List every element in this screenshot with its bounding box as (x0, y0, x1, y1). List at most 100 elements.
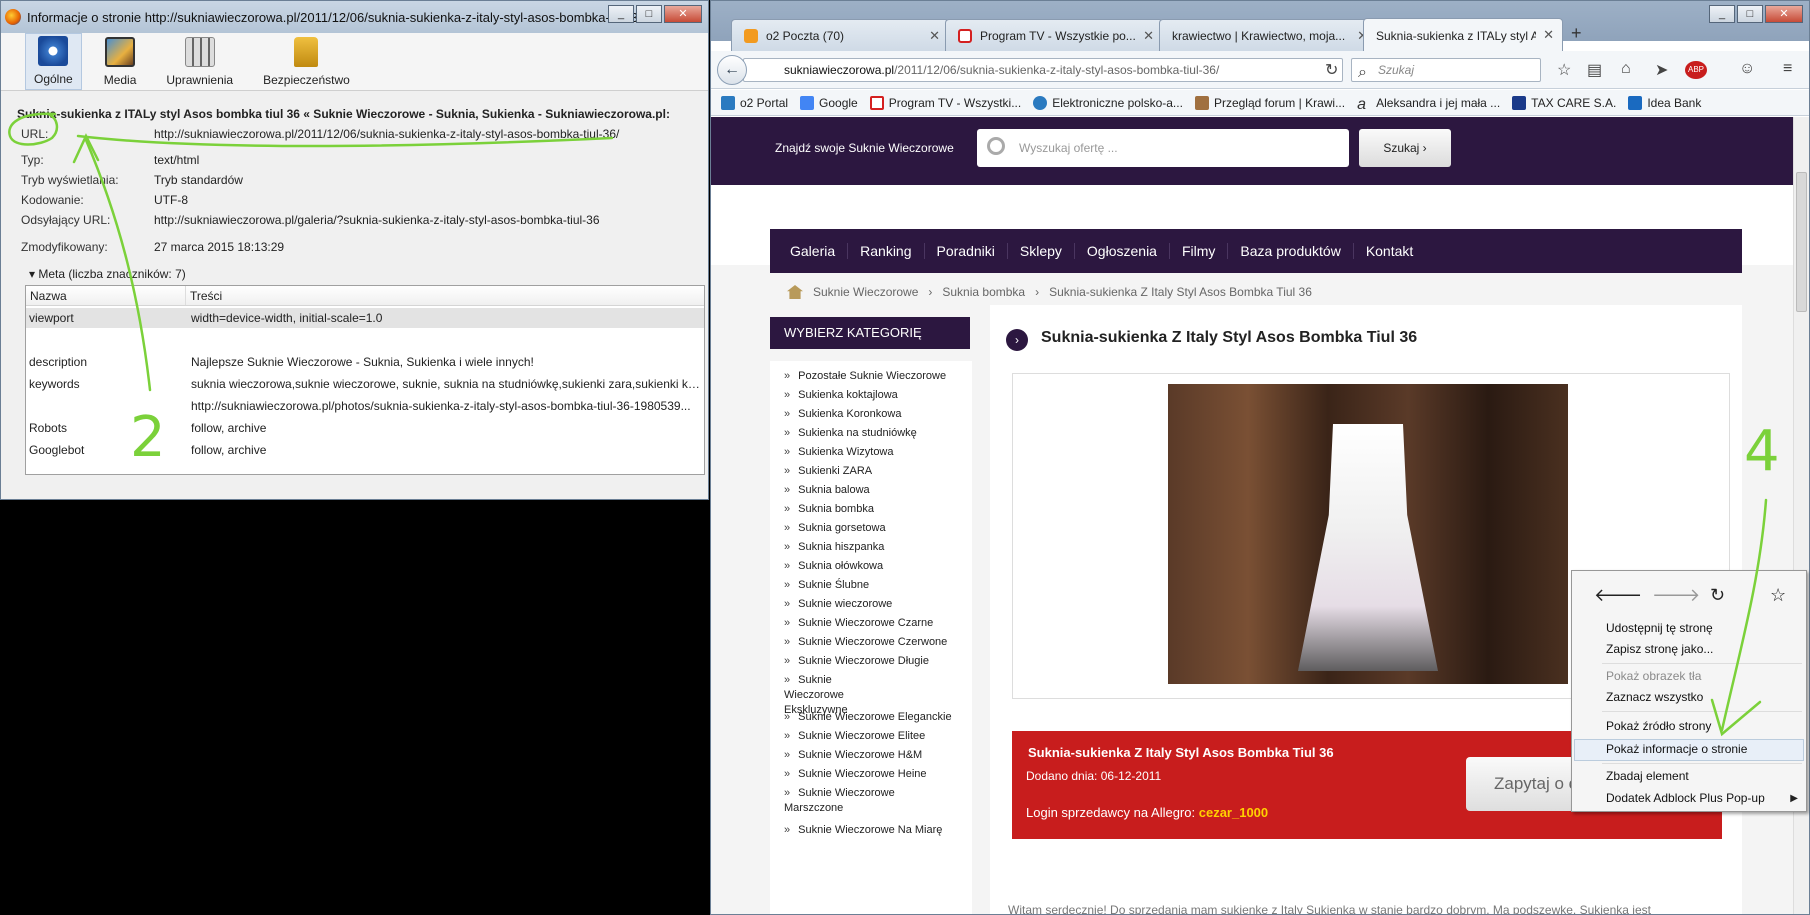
site-search-input[interactable]: Wyszukaj ofertę ... (977, 129, 1349, 167)
scrollbar-thumb[interactable] (1796, 172, 1807, 312)
category-item[interactable]: Sukienki ZARA (784, 464, 964, 479)
new-tab-button[interactable]: + (1571, 23, 1582, 44)
category-item[interactable]: Suknia balowa (784, 483, 964, 498)
menu-item[interactable]: Filmy (1170, 243, 1229, 259)
meta-expander[interactable]: ▾ Meta (liczba znaczników: 7) (29, 267, 186, 281)
column-content[interactable]: Treści (186, 286, 226, 305)
bookmarks-list-icon[interactable]: ▤ (1587, 60, 1602, 80)
minimize-button[interactable]: _ (1709, 5, 1735, 23)
bookmark-item[interactable]: Google (800, 95, 858, 110)
close-tab-icon[interactable]: ✕ (1543, 27, 1554, 43)
category-item[interactable]: Pozostałe Suknie Wieczorowe (784, 369, 964, 384)
close-tab-icon[interactable]: ✕ (1143, 28, 1154, 44)
breadcrumb-item[interactable]: Suknia bombka (942, 285, 1025, 299)
category-item[interactable]: Suknie Wieczorowe H&M (784, 748, 964, 763)
bookmark-star-icon[interactable]: ☆ (1770, 585, 1786, 606)
bookmark-item[interactable]: TAX CARE S.A. (1512, 95, 1616, 110)
bookmark-item[interactable]: Idea Bank (1628, 95, 1701, 110)
menu-item[interactable]: Ranking (848, 243, 925, 259)
breadcrumb-item[interactable]: Suknie Wieczorowe (813, 285, 918, 299)
field-value[interactable]: http://sukniawieczorowa.pl/2011/12/06/su… (154, 127, 619, 141)
column-name[interactable]: Nazwa (26, 286, 186, 305)
menu-item[interactable]: Baza produktów (1228, 243, 1354, 259)
category-item[interactable]: Suknie Wieczorowe Długie (784, 654, 964, 669)
menu-item[interactable]: Ogłoszenia (1075, 243, 1170, 259)
table-row[interactable]: description Najlepsze Suknie Wieczorowe … (26, 352, 704, 372)
star-icon[interactable]: ☆ (1557, 60, 1571, 80)
table-row[interactable] (26, 328, 704, 348)
bookmark-item[interactable]: Przegląd forum | Krawi... (1194, 95, 1345, 110)
back-icon[interactable]: 🡐 (1594, 585, 1642, 606)
category-item[interactable]: Sukienka koktajlowa (784, 388, 964, 403)
category-item[interactable]: Suknia bombka (784, 502, 964, 517)
context-item-page-info[interactable]: Pokaż informacje o stronie (1606, 742, 1747, 756)
field-value: text/html (154, 153, 200, 167)
table-row[interactable]: keywords suknia wieczorowa,suknie wieczo… (26, 374, 704, 394)
category-item[interactable]: Sukienka Wizytowa (784, 445, 964, 460)
close-button[interactable]: ✕ (1765, 5, 1803, 23)
category-item[interactable]: Suknie Wieczorowe Czarne (784, 616, 964, 631)
context-item-view-source[interactable]: Pokaż źródło strony (1606, 719, 1711, 733)
search-input[interactable]: ⌕ Szukaj (1351, 58, 1541, 82)
table-row[interactable]: http://sukniawieczorowa.pl/photos/suknia… (26, 396, 704, 416)
table-row[interactable]: Googlebot follow, archive (26, 440, 704, 460)
chat-icon[interactable]: ☺ (1739, 60, 1755, 78)
browser-tab[interactable]: krawiectwo | Krawiectwo, moja... ✕ (1159, 19, 1377, 51)
home-icon[interactable]: ⌂ (1621, 60, 1631, 78)
table-row[interactable]: Robots follow, archive (26, 418, 704, 438)
tab-permissions[interactable]: Uprawnienia (158, 33, 241, 90)
back-button[interactable]: ← (717, 55, 747, 85)
minimize-button[interactable]: _ (608, 5, 634, 23)
menu-icon[interactable]: ≡ (1783, 60, 1792, 78)
table-row[interactable]: viewport width=device-width, initial-sca… (26, 308, 704, 328)
maximize-button[interactable]: □ (1737, 5, 1763, 23)
category-item[interactable]: Suknia hiszpanka (784, 540, 964, 555)
context-item-share[interactable]: Udostępnij tę stronę (1606, 621, 1713, 635)
category-item[interactable]: Suknie Ślubne (784, 578, 964, 593)
category-item[interactable]: Suknie Wieczorowe Heine (784, 767, 964, 782)
category-item[interactable]: Suknie Wieczorowe Czerwone (784, 635, 964, 650)
browser-tab-active[interactable]: Suknia-sukienka z ITALy styl As... ✕ (1363, 18, 1563, 52)
category-item[interactable]: Suknie Wieczorowe Marszczone (784, 786, 904, 816)
bookmark-item[interactable]: Elektroniczne polsko-a... (1033, 95, 1183, 110)
bookmark-item[interactable]: a Aleksandra i jej mała ... (1357, 96, 1500, 113)
menu-item[interactable]: Kontakt (1354, 243, 1425, 259)
category-item[interactable]: Sukienka na studniówkę (784, 426, 964, 441)
close-button[interactable]: ✕ (664, 5, 702, 23)
category-item[interactable]: Suknia ołówkowa (784, 559, 964, 574)
browser-tab[interactable]: Program TV - Wszystkie po... ✕ (945, 19, 1163, 51)
close-tab-icon[interactable]: ✕ (929, 28, 940, 44)
category-item[interactable]: Suknie Wieczorowe Eleganckie (784, 710, 964, 725)
category-item[interactable]: Suknie Wieczorowe Na Miarę (784, 823, 964, 838)
context-item-adblock[interactable]: Dodatek Adblock Plus Pop-up (1606, 791, 1765, 805)
menu-item[interactable]: Galeria (778, 243, 849, 259)
tab-media[interactable]: Media (96, 33, 145, 90)
send-icon[interactable]: ➤ (1655, 60, 1668, 80)
reload-icon[interactable]: ↻ (1710, 585, 1725, 606)
menu-item[interactable]: Poradniki (925, 243, 1008, 259)
site-search-button[interactable]: Szukaj › (1359, 129, 1451, 167)
url-bar[interactable]: sukniawieczorowa.pl/2011/12/06/suknia-su… (743, 58, 1343, 82)
field-value[interactable]: http://sukniawieczorowa.pl/galeria/?sukn… (154, 213, 600, 227)
category-item[interactable]: Suknia gorsetowa (784, 521, 964, 536)
forward-icon[interactable]: 🡒 (1652, 585, 1700, 606)
maximize-button[interactable]: □ (636, 5, 662, 23)
find-label: Znajdź swoje Suknie Wieczorowe (775, 141, 954, 155)
menu-item[interactable]: Sklepy (1008, 243, 1075, 259)
category-item[interactable]: Suknie wieczorowe (784, 597, 964, 612)
tab-general[interactable]: Ogólne (25, 33, 82, 90)
context-item-select-all[interactable]: Zaznacz wszystko (1606, 690, 1703, 704)
adblock-icon[interactable]: ABP (1685, 61, 1707, 79)
home-icon[interactable] (787, 285, 803, 299)
bookmark-item[interactable]: Program TV - Wszystki... (869, 95, 1021, 110)
category-item[interactable]: Sukienka Koronkowa (784, 407, 964, 422)
context-item-inspect[interactable]: Zbadaj element (1606, 769, 1689, 783)
bookmark-item[interactable]: o2 Portal (721, 95, 788, 110)
category-item[interactable]: Suknie Wieczorowe Elitee (784, 729, 964, 744)
login-value[interactable]: cezar_1000 (1199, 805, 1268, 820)
reload-icon[interactable]: ↻ (1325, 60, 1338, 80)
browser-tab[interactable]: o2 Poczta (70) ✕ (731, 19, 949, 51)
context-item-save-page[interactable]: Zapisz stronę jako... (1606, 642, 1713, 656)
tab-security[interactable]: Bezpieczeństwo (255, 33, 358, 90)
product-photo[interactable] (1168, 384, 1568, 684)
